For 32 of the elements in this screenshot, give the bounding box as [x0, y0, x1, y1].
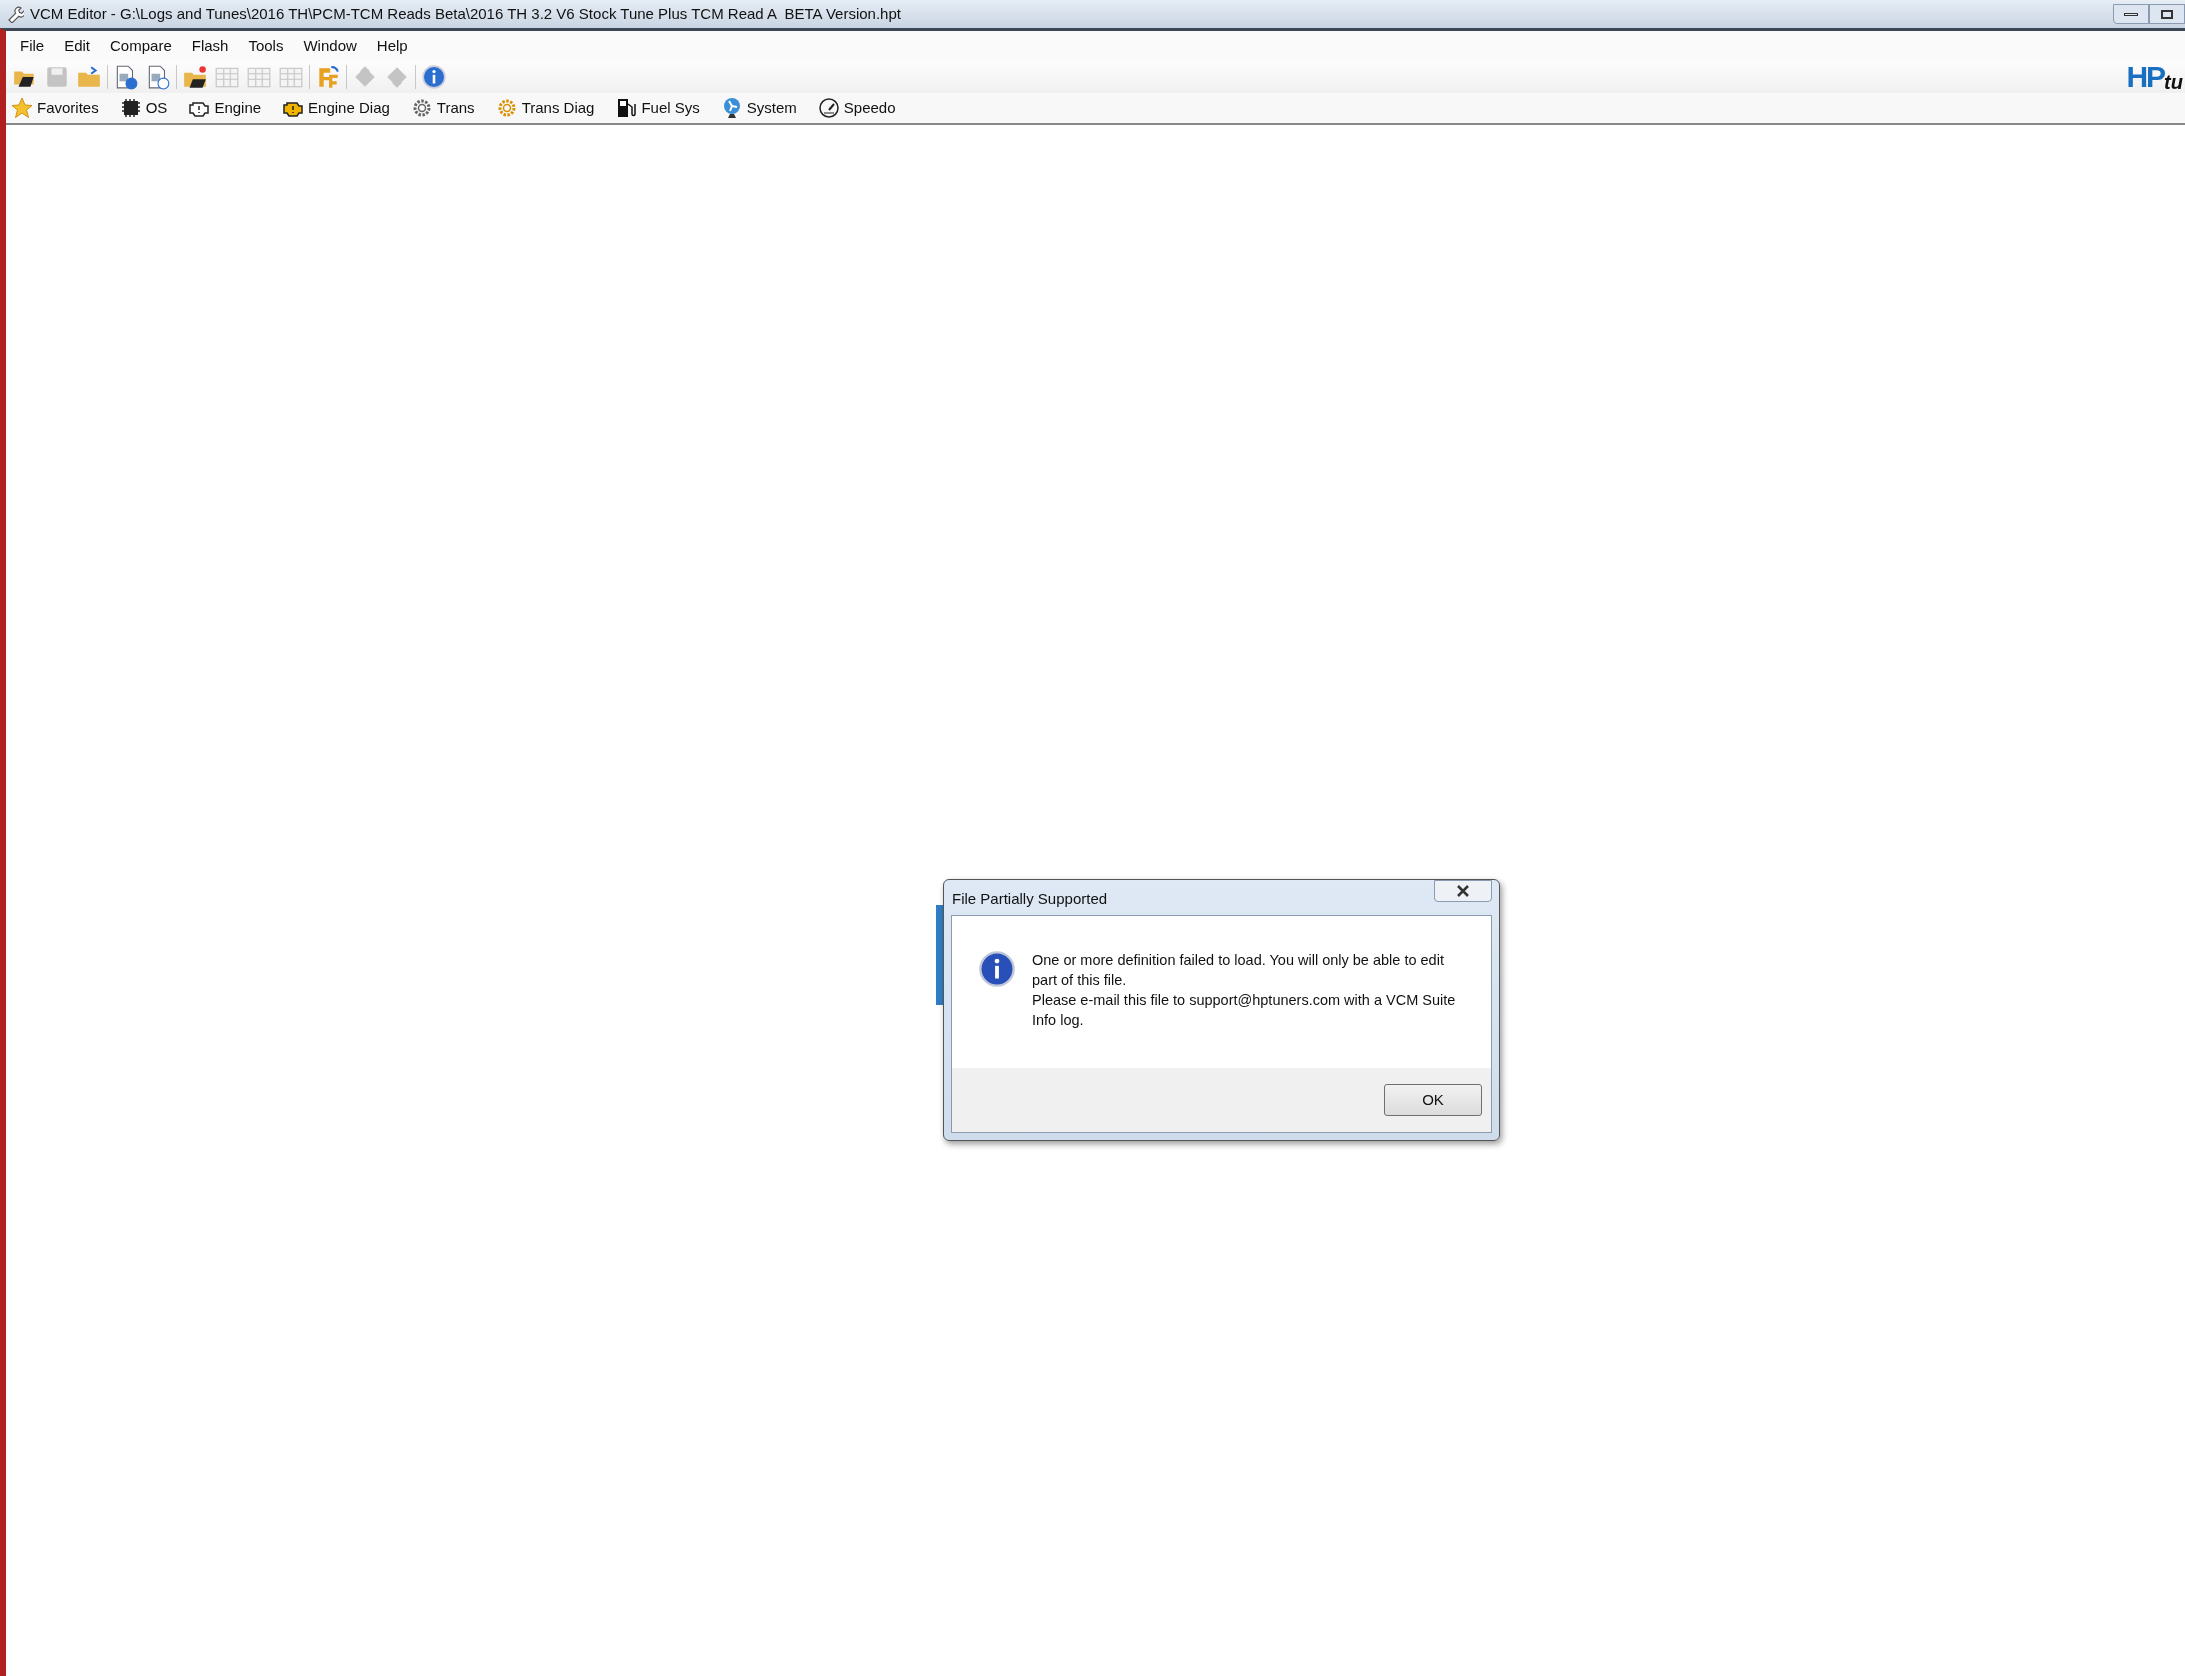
shortcut-button[interactable]: Engine Diag [308, 96, 390, 120]
shortcut-button[interactable]: Speedo [843, 96, 896, 120]
shortcut-button[interactable]: System [746, 96, 797, 120]
star-icon [10, 96, 34, 120]
shortcut-button[interactable]: Trans Diag [521, 96, 595, 120]
menu-item[interactable]: File [20, 34, 45, 58]
dialog-message: One or more definition failed to load. You will only be able to edit part of this file. [1032, 951, 1445, 990]
hptuners-logo: HPtu [2126, 62, 2183, 92]
menu-item[interactable]: Flash [191, 34, 229, 58]
menu-item[interactable]: Compare [110, 34, 172, 58]
window-title: VCM Editor - G:\Logs and Tunes\2016 TH\PCM-TCM Reads Beta\2016 TH 3.2 V6 Stock Tune Plus TCM Read A BETA Version.hpt [30, 3, 901, 24]
folder-arrow-icon[interactable] [76, 64, 102, 90]
menu-item[interactable]: Edit [64, 34, 91, 58]
shortcut-button[interactable]: OS [145, 96, 168, 120]
info-icon [978, 950, 1016, 988]
dialog-message: Please e-mail this file to support@hptuners.com with a VCM Suite Info log. [1032, 991, 1457, 1030]
close-button[interactable] [1434, 880, 1492, 902]
menu-item[interactable]: Window [303, 34, 357, 58]
speedometer-icon [816, 96, 841, 120]
wrench-icon [6, 5, 24, 23]
info-icon[interactable] [421, 64, 447, 90]
shortcut-button[interactable]: Trans [436, 96, 475, 120]
shortcut-button[interactable]: Favorites [37, 96, 99, 120]
shortcut-button[interactable]: Engine [214, 96, 262, 120]
dialog-title: File Partially Supported [951, 889, 1108, 910]
ok-button[interactable]: OK [1384, 1084, 1482, 1116]
shortcut-button[interactable]: Fuel Sys [641, 96, 700, 120]
close-icon [1456, 885, 1470, 897]
restore-button[interactable] [2149, 4, 2185, 24]
menu-item[interactable]: Help [376, 34, 408, 58]
minimize-button[interactable] [2113, 4, 2149, 24]
menu-item[interactable]: Tools [248, 34, 284, 58]
